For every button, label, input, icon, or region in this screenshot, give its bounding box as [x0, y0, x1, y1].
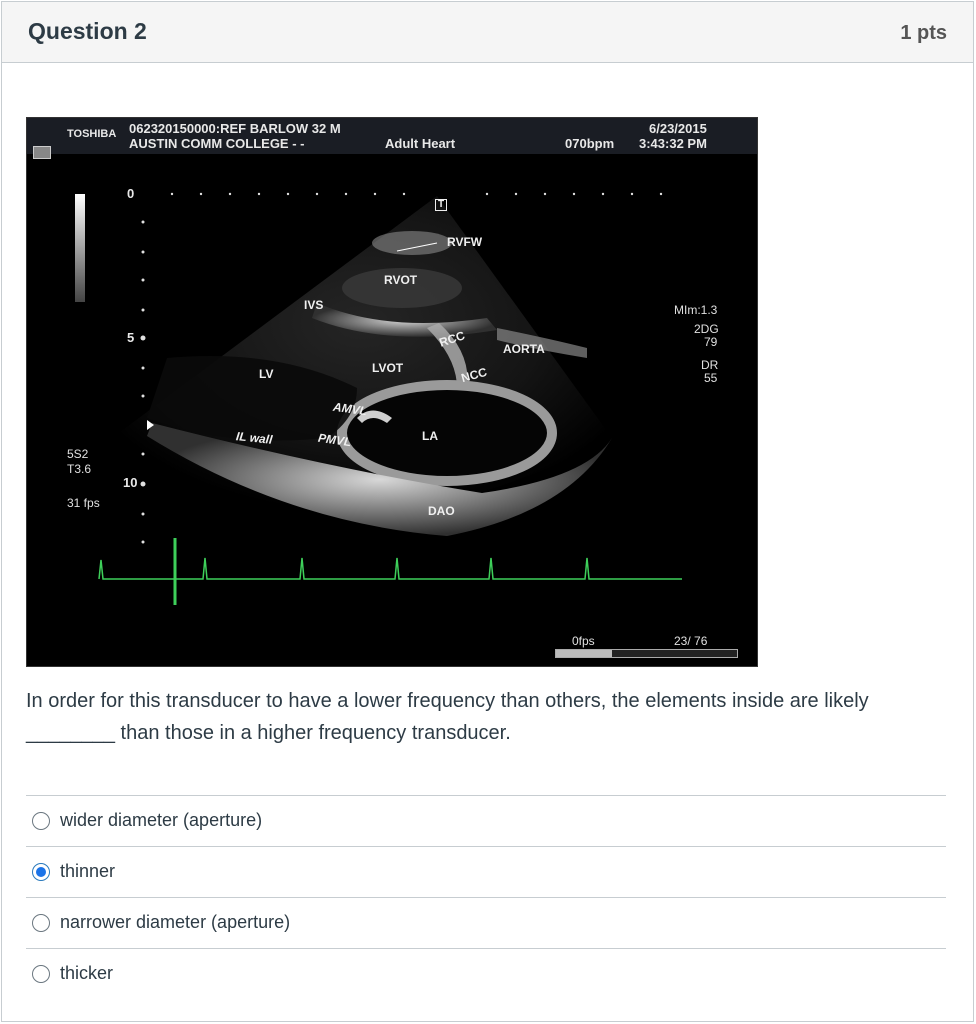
question-text: In order for this transducer to have a l… — [26, 690, 869, 744]
gain-value: 79 — [704, 335, 718, 349]
cine-frame-slider[interactable] — [555, 649, 738, 658]
answer-label[interactable]: thicker — [60, 963, 113, 984]
fps-label: 31 fps — [67, 496, 100, 510]
depth-label-5: 5 — [127, 330, 135, 345]
label-rvfw: RVFW — [447, 235, 483, 249]
label-ivs: IVS — [304, 298, 324, 312]
depth-label-10: 10 — [123, 475, 138, 490]
ultrasound-image: TOSHIBA 062320150000:REF BARLOW 32 M AUS… — [26, 117, 758, 667]
transducer-marker: T — [435, 199, 447, 211]
depth-label-0: 0 — [127, 186, 135, 201]
dr-label: DR — [701, 358, 719, 372]
cine-frame-fill — [556, 650, 612, 657]
answer-option-4[interactable]: thicker — [26, 948, 946, 999]
frame-fps: 0fps — [572, 634, 595, 648]
mi-label: MIm:1.3 — [674, 303, 718, 317]
frame-counter: 23/ 76 — [674, 634, 708, 648]
radio-button-selected[interactable] — [32, 863, 50, 881]
answer-option-1[interactable]: wider diameter (aperture) — [26, 795, 946, 846]
answer-label[interactable]: thinner — [60, 861, 115, 882]
tis-label: T3.6 — [67, 462, 92, 476]
radio-button[interactable] — [32, 965, 50, 983]
answer-option-2[interactable]: thinner — [26, 846, 946, 897]
label-rvot: RVOT — [384, 273, 418, 287]
answer-list: wider diameter (aperture) thinner narrow… — [26, 795, 946, 999]
answer-label[interactable]: wider diameter (aperture) — [60, 810, 262, 831]
answer-label[interactable]: narrower diameter (aperture) — [60, 912, 290, 933]
label-la: LA — [422, 429, 438, 443]
label-lv: LV — [259, 367, 274, 381]
radio-button[interactable] — [32, 812, 50, 830]
probe-label: 5S2 — [67, 447, 89, 461]
gain-label: 2DG — [694, 322, 719, 336]
label-lvot: LVOT — [372, 361, 404, 375]
question-header: Question 2 1 pts — [2, 2, 973, 63]
label-aorta: AORTA — [503, 342, 545, 356]
question-title: Question 2 — [28, 18, 147, 44]
dr-value: 55 — [704, 371, 718, 385]
ultrasound-scan-svg — [98, 192, 682, 605]
radio-button[interactable] — [32, 914, 50, 932]
question-points: 1 pts — [900, 22, 947, 44]
label-dao: DAO — [428, 504, 455, 518]
answer-option-3[interactable]: narrower diameter (aperture) — [26, 897, 946, 948]
